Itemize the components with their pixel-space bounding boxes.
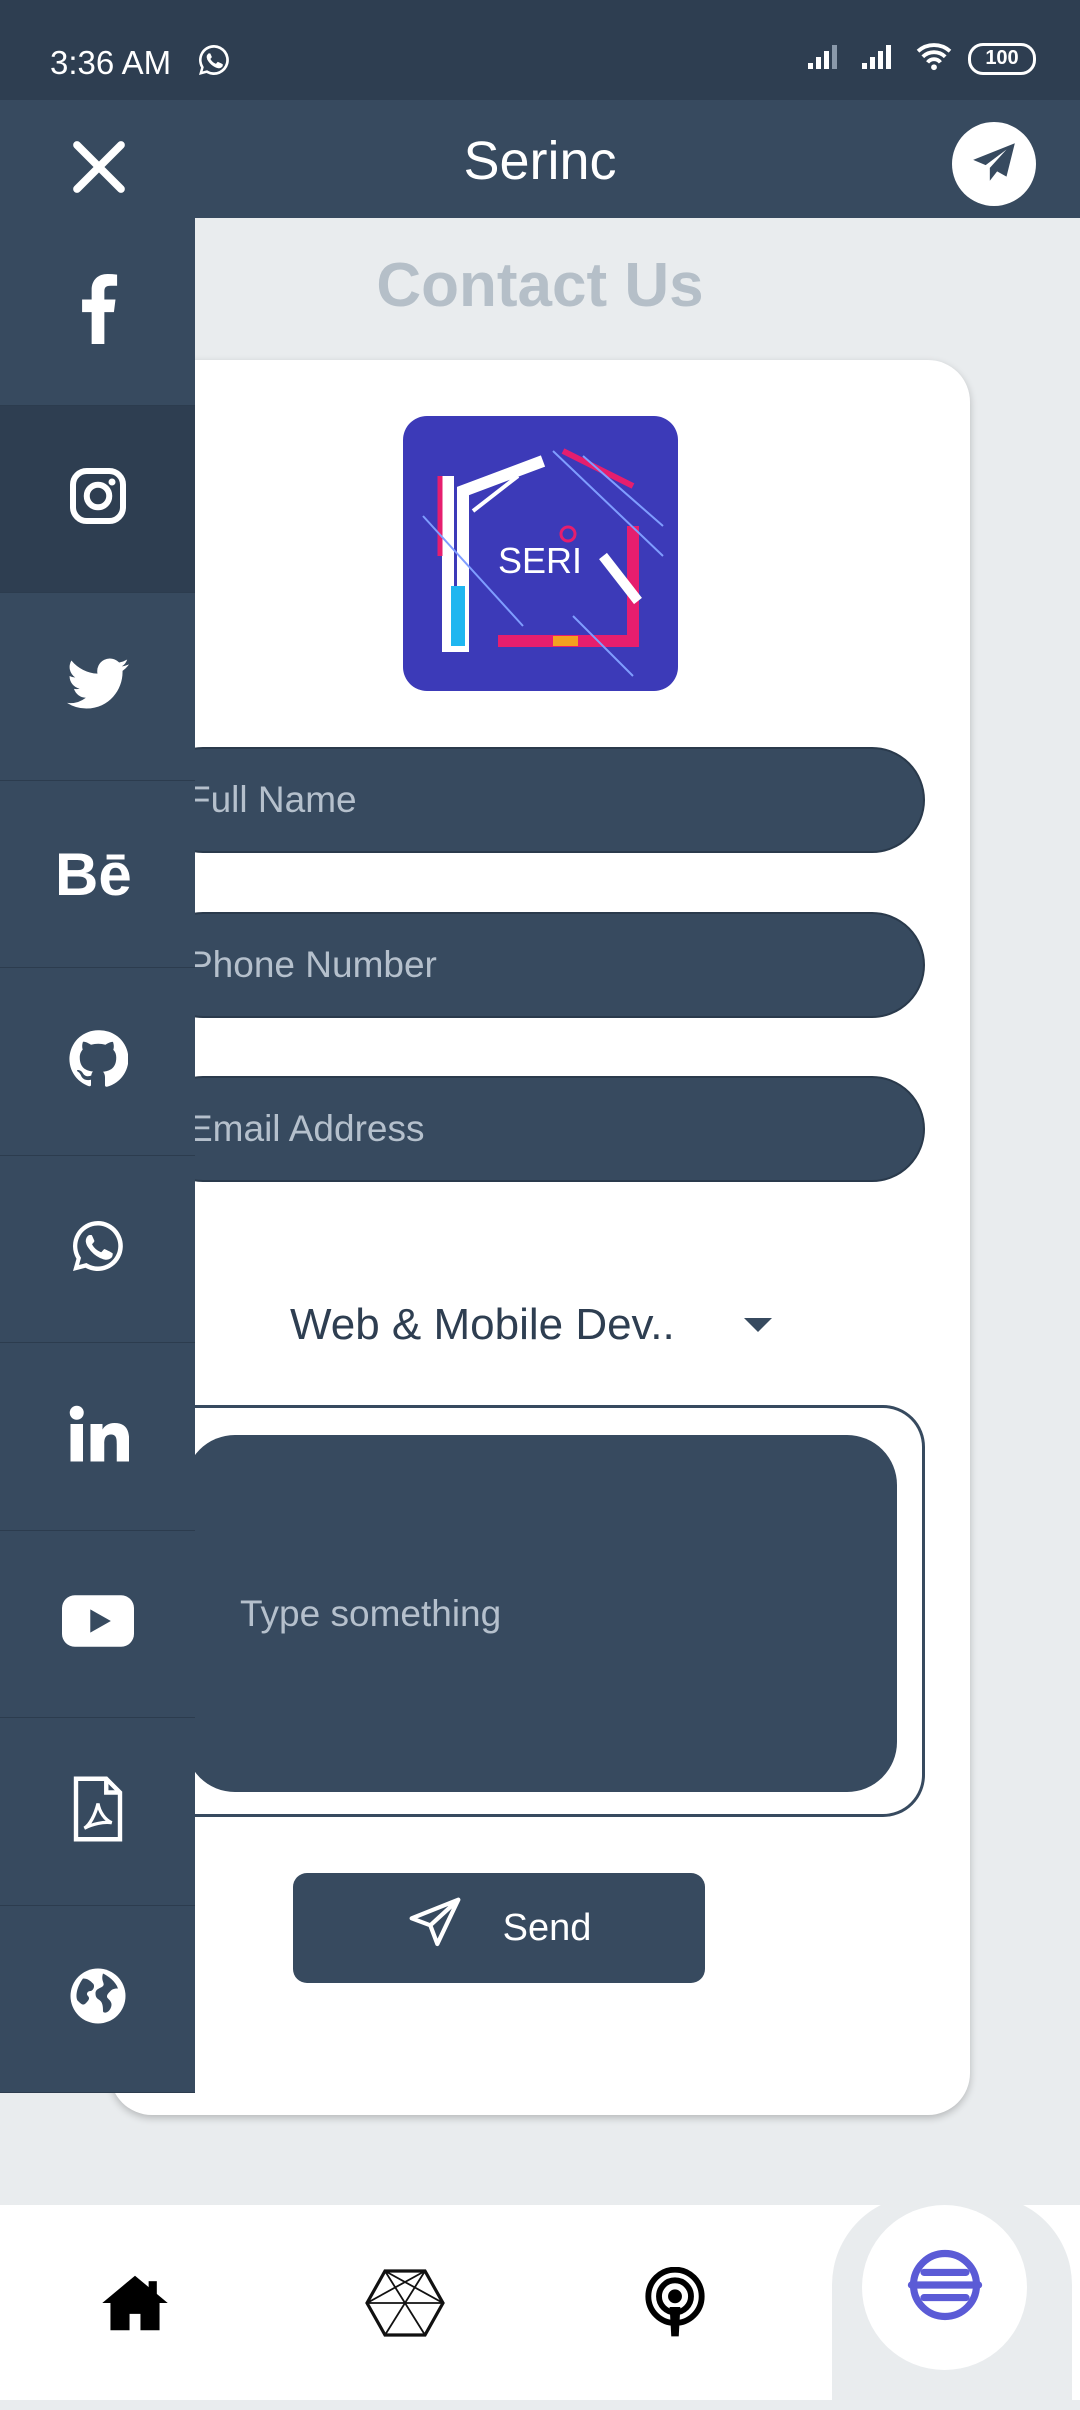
dropdown-caret-icon	[744, 1318, 772, 1332]
nav-contact[interactable]	[862, 2205, 1027, 2370]
send-icon	[407, 1895, 463, 1961]
social-whatsapp[interactable]	[0, 1156, 195, 1343]
wifi-icon	[914, 40, 954, 77]
whatsapp-icon	[68, 1216, 128, 1281]
contact-active-icon	[903, 2243, 987, 2332]
hexagon-network-icon	[365, 2267, 445, 2344]
app-logo: SERI	[403, 416, 678, 691]
service-dropdown[interactable]: Web & Mobile Dev..	[290, 1290, 780, 1360]
whatsapp-notification-icon	[196, 42, 232, 83]
send-button[interactable]: Send	[293, 1873, 705, 1983]
svg-text:Bē: Bē	[55, 843, 132, 899]
youtube-icon	[61, 1595, 134, 1652]
message-textarea[interactable]: Type something	[185, 1435, 897, 1792]
globe-icon	[68, 1966, 128, 2031]
github-icon	[68, 1029, 128, 1094]
full-name-input[interactable]: Full Name	[150, 747, 925, 853]
social-behance[interactable]: Bē	[0, 781, 195, 968]
home-icon	[102, 2273, 168, 2338]
social-twitter[interactable]	[0, 593, 195, 781]
social-youtube[interactable]	[0, 1531, 195, 1718]
facebook-icon	[78, 273, 118, 349]
social-github[interactable]	[0, 968, 195, 1156]
social-instagram[interactable]	[0, 405, 195, 593]
status-time: 3:36 AM	[50, 44, 172, 81]
social-sidebar: Bē	[0, 218, 195, 2093]
podcast-icon	[643, 2266, 707, 2344]
nav-podcast[interactable]	[635, 2265, 715, 2345]
social-pdf[interactable]	[0, 1718, 195, 1906]
battery-indicator: 100	[968, 42, 1036, 75]
app-title: Serinc	[463, 131, 617, 191]
status-bar: 3:36 AM 100	[0, 0, 1080, 100]
instagram-icon	[68, 466, 128, 531]
nav-home[interactable]	[95, 2265, 175, 2345]
email-input[interactable]: Email Address	[150, 1076, 925, 1182]
social-website[interactable]	[0, 1906, 195, 2093]
social-facebook[interactable]	[0, 218, 195, 406]
twitter-icon	[66, 658, 129, 715]
nav-network[interactable]	[365, 2265, 445, 2345]
service-selected: Web & Mobile Dev..	[290, 1300, 675, 1349]
signal-icon	[806, 41, 846, 76]
logo-text: SERI	[498, 540, 582, 581]
phone-input[interactable]: Phone Number	[150, 912, 925, 1018]
signal-icon-2	[860, 41, 900, 76]
paper-plane-icon	[969, 137, 1019, 192]
app-bar: Serinc	[0, 100, 1080, 218]
pdf-icon	[69, 1776, 127, 1847]
linkedin-icon	[67, 1404, 129, 1469]
behance-icon: Bē	[55, 841, 141, 908]
send-label: Send	[502, 1906, 592, 1949]
telegram-button[interactable]	[952, 122, 1036, 206]
social-linkedin[interactable]	[0, 1343, 195, 1531]
